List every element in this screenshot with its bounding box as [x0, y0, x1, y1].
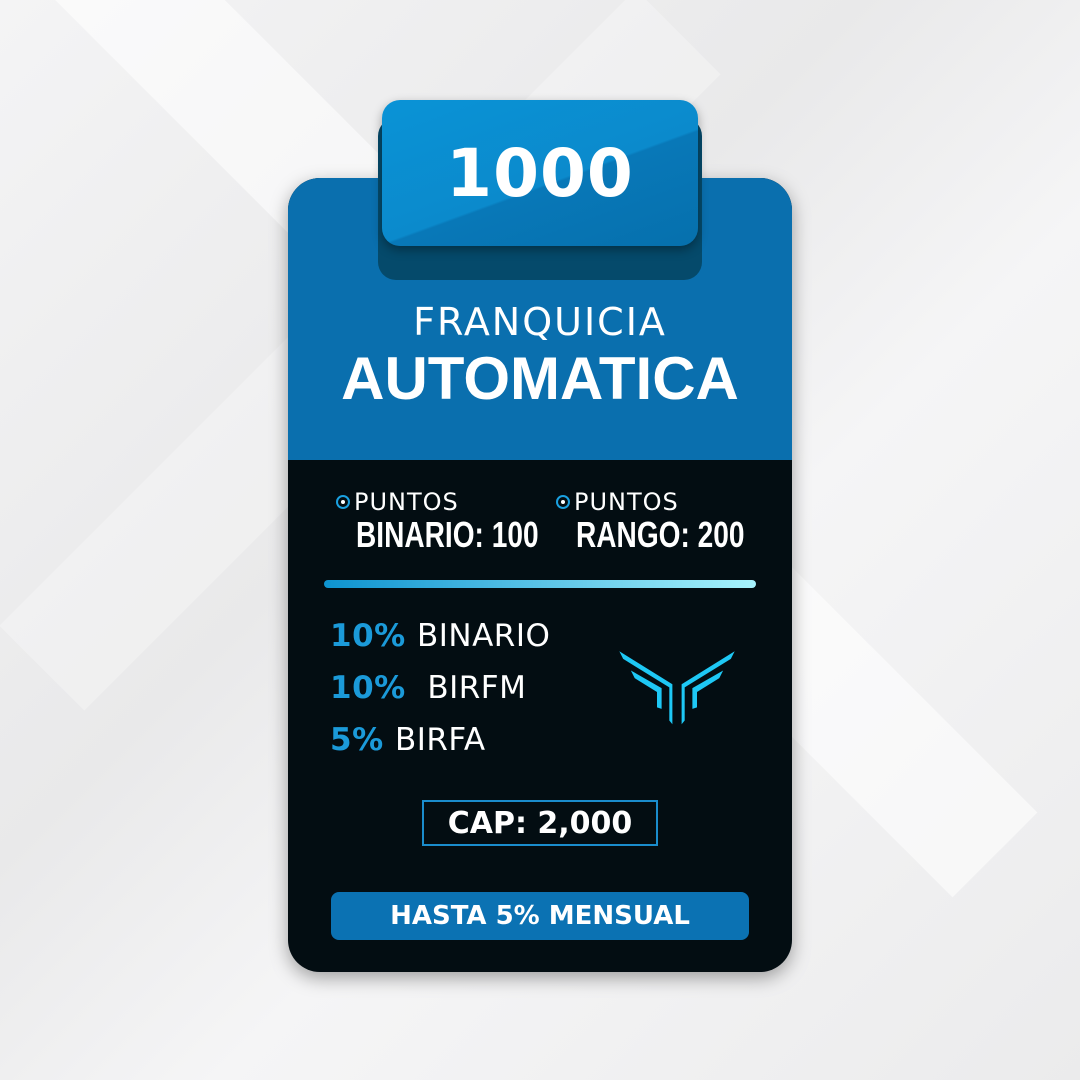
bonus-percent: 10% [330, 618, 406, 654]
bonus-item: 10% BINARIO [330, 618, 550, 654]
amount-tab: 1000 [382, 100, 698, 246]
radio-dot-icon [336, 495, 350, 509]
cap-box: CAP: 2,000 [422, 800, 658, 846]
points-rango: PUNTOS RANGO: 200 [556, 488, 792, 556]
points-binario: PUNTOS BINARIO: 100 [336, 488, 590, 556]
bonus-name: BIRFM [417, 670, 527, 706]
bonus-item: 10% BIRFM [330, 670, 526, 706]
title-line2: AUTOMATICA [341, 345, 739, 412]
points-label: PUNTOS [574, 488, 679, 516]
bonus-percent: 10% [330, 670, 406, 706]
amount-value: 1000 [446, 134, 634, 212]
points-value: BINARIO: 100 [356, 514, 539, 555]
bonus-name: BIRFA [394, 722, 486, 758]
points-label: PUNTOS [354, 488, 459, 516]
points-value: RANGO: 200 [576, 514, 745, 555]
monthly-badge: HASTA 5% MENSUAL [331, 892, 749, 940]
divider-bar [324, 580, 756, 588]
title-line1: FRANQUICIA [413, 300, 667, 344]
winged-y-logo-icon [619, 651, 735, 725]
bonus-name: BINARIO [417, 618, 551, 654]
bonus-percent: 5% [330, 722, 384, 758]
franchise-card: FRANQUICIA AUTOMATICA PUNTOS BINARIO: 10… [288, 178, 792, 972]
bonus-item: 5% BIRFA [330, 722, 486, 758]
radio-dot-icon [556, 495, 570, 509]
